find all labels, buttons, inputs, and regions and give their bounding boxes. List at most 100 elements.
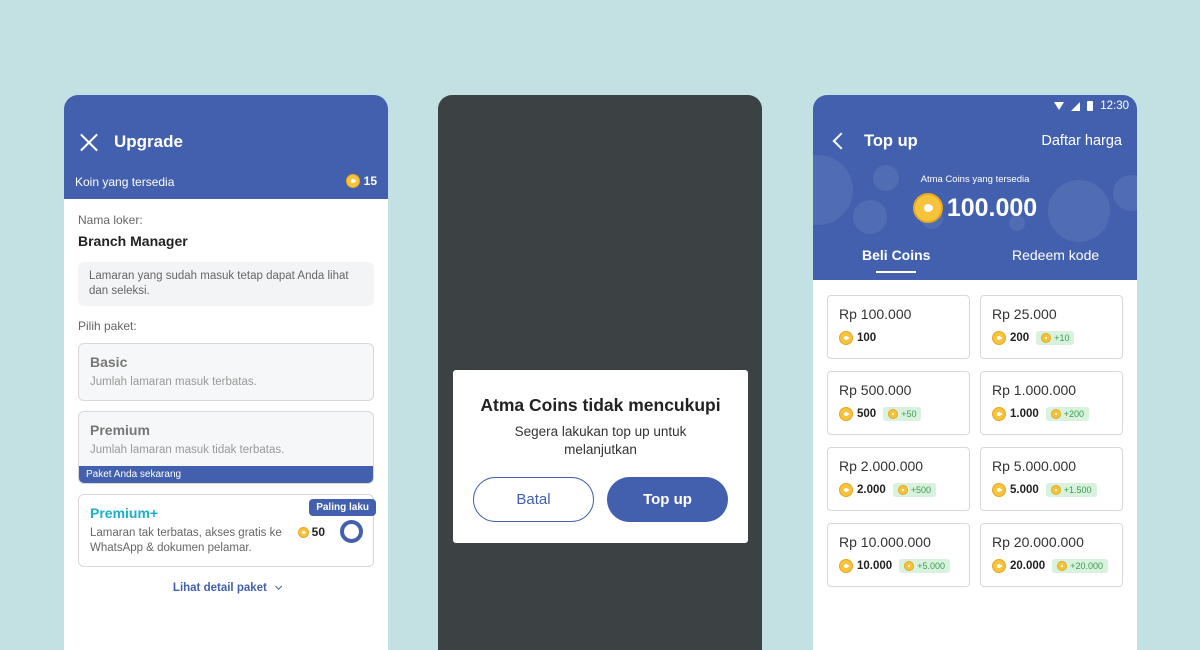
status-bar: 12:30 <box>1054 100 1129 112</box>
coin-icon <box>1050 409 1061 419</box>
package-coins: 10.000 +5.000 <box>839 559 958 573</box>
package-basic[interactable]: Basic Jumlah lamaran masuk terbatas. <box>78 343 374 401</box>
package-coins: 200 +10 <box>992 331 1111 345</box>
coin-icon <box>992 407 1006 421</box>
package-price: Rp 100.000 <box>839 306 912 322</box>
top-up-button[interactable]: Top up <box>607 477 728 522</box>
coin-package-card[interactable]: Rp 1.000.000 1.000 +200 <box>980 371 1123 435</box>
dialog-title: Atma Coins tidak mencukupi <box>480 395 721 415</box>
package-premium[interactable]: Premium Jumlah lamaran masuk tidak terba… <box>78 411 374 484</box>
coin-icon <box>345 174 360 188</box>
coins-amount: 100 <box>857 332 877 344</box>
coins-available-label: Atma Coins yang tersedia <box>920 174 1030 185</box>
package-price: Rp 20.000.000 <box>992 534 1084 550</box>
coin-icon <box>904 561 915 571</box>
package-price: Rp 5.000.000 <box>992 458 1077 474</box>
coin-package-card[interactable]: Rp 2.000.000 2.000 +500 <box>827 447 970 511</box>
package-coins: 5.000 +1.500 <box>992 483 1111 497</box>
package-desc: Jumlah lamaran masuk tidak terbatas. <box>90 444 285 456</box>
bonus-amount: +500 <box>910 485 932 495</box>
coin-package-card[interactable]: Rp 5.000.000 5.000 +1.500 <box>980 447 1123 511</box>
bonus-amount: +200 <box>1063 409 1085 419</box>
coins-amount: 500 <box>857 408 877 420</box>
coin-icon <box>839 407 853 421</box>
bonus-amount: +20.000 <box>1070 561 1103 571</box>
insufficient-coins-dialog: Atma Coins tidak mencukupi Segera lakuka… <box>453 370 748 543</box>
bonus-amount: +5.000 <box>917 561 945 571</box>
bonus-badge: +1.500 <box>1045 483 1097 497</box>
coin-icon <box>839 331 853 345</box>
status-time: 12:30 <box>1100 100 1129 112</box>
package-price: Rp 10.000.000 <box>839 534 931 550</box>
package-price: Rp 1.000.000 <box>992 382 1077 398</box>
insufficient-coins-screen: Atma Coins tidak mencukupi Segera lakuka… <box>438 95 762 650</box>
view-package-detail-link[interactable]: Lihat detail paket <box>78 582 374 594</box>
signal-icon <box>1071 101 1081 111</box>
back-arrow-icon[interactable] <box>832 132 850 150</box>
close-icon[interactable] <box>80 133 98 151</box>
bonus-amount: +50 <box>901 409 917 419</box>
coin-icon <box>839 483 853 497</box>
coin-icon <box>992 331 1006 345</box>
bonus-badge: +50 <box>883 407 922 421</box>
coin-icon <box>992 483 1006 497</box>
package-price: Rp 500.000 <box>839 382 912 398</box>
coin-icon <box>839 559 853 573</box>
top-up-header: 12:30 Top up Daftar harga Atma Coins yan… <box>813 95 1137 280</box>
package-price: Rp 25.000 <box>992 306 1057 322</box>
package-name: Basic <box>90 354 128 370</box>
coins-amount: 5.000 <box>1010 484 1039 496</box>
coin-package-card[interactable]: Rp 20.000.000 20.000 +20.000 <box>980 523 1123 587</box>
upgrade-header: Upgrade Koin yang tersedia 15 <box>64 95 388 199</box>
chevron-down-icon <box>275 582 283 590</box>
page-title: Upgrade <box>114 132 183 151</box>
package-coins: 500 +50 <box>839 407 958 421</box>
upgrade-screen: Upgrade Koin yang tersedia 15 Nama loker… <box>64 95 388 650</box>
package-name: Premium+ <box>90 505 159 521</box>
coins-amount: 20.000 <box>1010 560 1046 572</box>
wifi-icon <box>1054 102 1065 110</box>
package-coins: 2.000 +500 <box>839 483 958 497</box>
current-package-label: Paket Anda sekarang <box>79 466 373 483</box>
coin-package-card[interactable]: Rp 25.000 200 +10 <box>980 295 1123 359</box>
info-note: Lamaran yang sudah masuk tetap dapat And… <box>78 262 374 306</box>
bonus-amount: +1.500 <box>1063 485 1092 495</box>
coins-balance: 100.000 <box>813 193 1137 223</box>
cancel-button[interactable]: Batal <box>473 477 594 522</box>
package-price: 50 <box>297 525 325 539</box>
tab-buy-coins[interactable]: Beli Coins <box>862 247 930 273</box>
package-coins: 1.000 +200 <box>992 407 1111 421</box>
coin-package-card[interactable]: Rp 100.000 100 <box>827 295 970 359</box>
job-name: Branch Manager <box>78 233 188 249</box>
coin-icon <box>897 485 908 495</box>
coin-package-card[interactable]: Rp 500.000 500 +50 <box>827 371 970 435</box>
detail-link-label: Lihat detail paket <box>172 582 267 594</box>
coins-balance: 15 <box>345 174 377 188</box>
bonus-badge: +10 <box>1036 331 1075 345</box>
page-title: Top up <box>864 132 918 150</box>
coin-icon <box>888 409 899 419</box>
coins-balance-value: 100.000 <box>946 193 1038 222</box>
package-desc: Jumlah lamaran masuk terbatas. <box>90 376 257 388</box>
coins-balance-value: 15 <box>363 174 377 188</box>
package-radio[interactable] <box>340 520 363 543</box>
coin-icon <box>992 559 1006 573</box>
dialog-message: Segera lakukan top up untuk melanjutkan <box>514 424 687 457</box>
package-price: Rp 2.000.000 <box>839 458 924 474</box>
package-name: Premium <box>90 422 150 438</box>
battery-icon <box>1087 101 1094 111</box>
package-premium-plus[interactable]: Paling laku Premium+ Lamaran tak terbata… <box>78 494 376 567</box>
coin-package-card[interactable]: Rp 10.000.000 10.000 +5.000 <box>827 523 970 587</box>
price-list-link[interactable]: Daftar harga <box>1041 133 1122 149</box>
coin-icon <box>297 526 309 538</box>
package-coins: 100 <box>839 331 958 345</box>
bonus-amount: +10 <box>1054 333 1070 343</box>
coins-amount: 10.000 <box>857 560 893 572</box>
top-up-screen: 12:30 Top up Daftar harga Atma Coins yan… <box>813 95 1137 650</box>
job-label: Nama loker: <box>78 213 143 227</box>
package-price-value: 50 <box>311 525 325 539</box>
coin-package-grid: Rp 100.000 100 Rp 25.000 200 +10 Rp 500.0… <box>827 295 1123 587</box>
package-coins: 20.000 +20.000 <box>992 559 1111 573</box>
bonus-badge: +500 <box>892 483 937 497</box>
tab-redeem-code[interactable]: Redeem kode <box>1012 247 1099 263</box>
